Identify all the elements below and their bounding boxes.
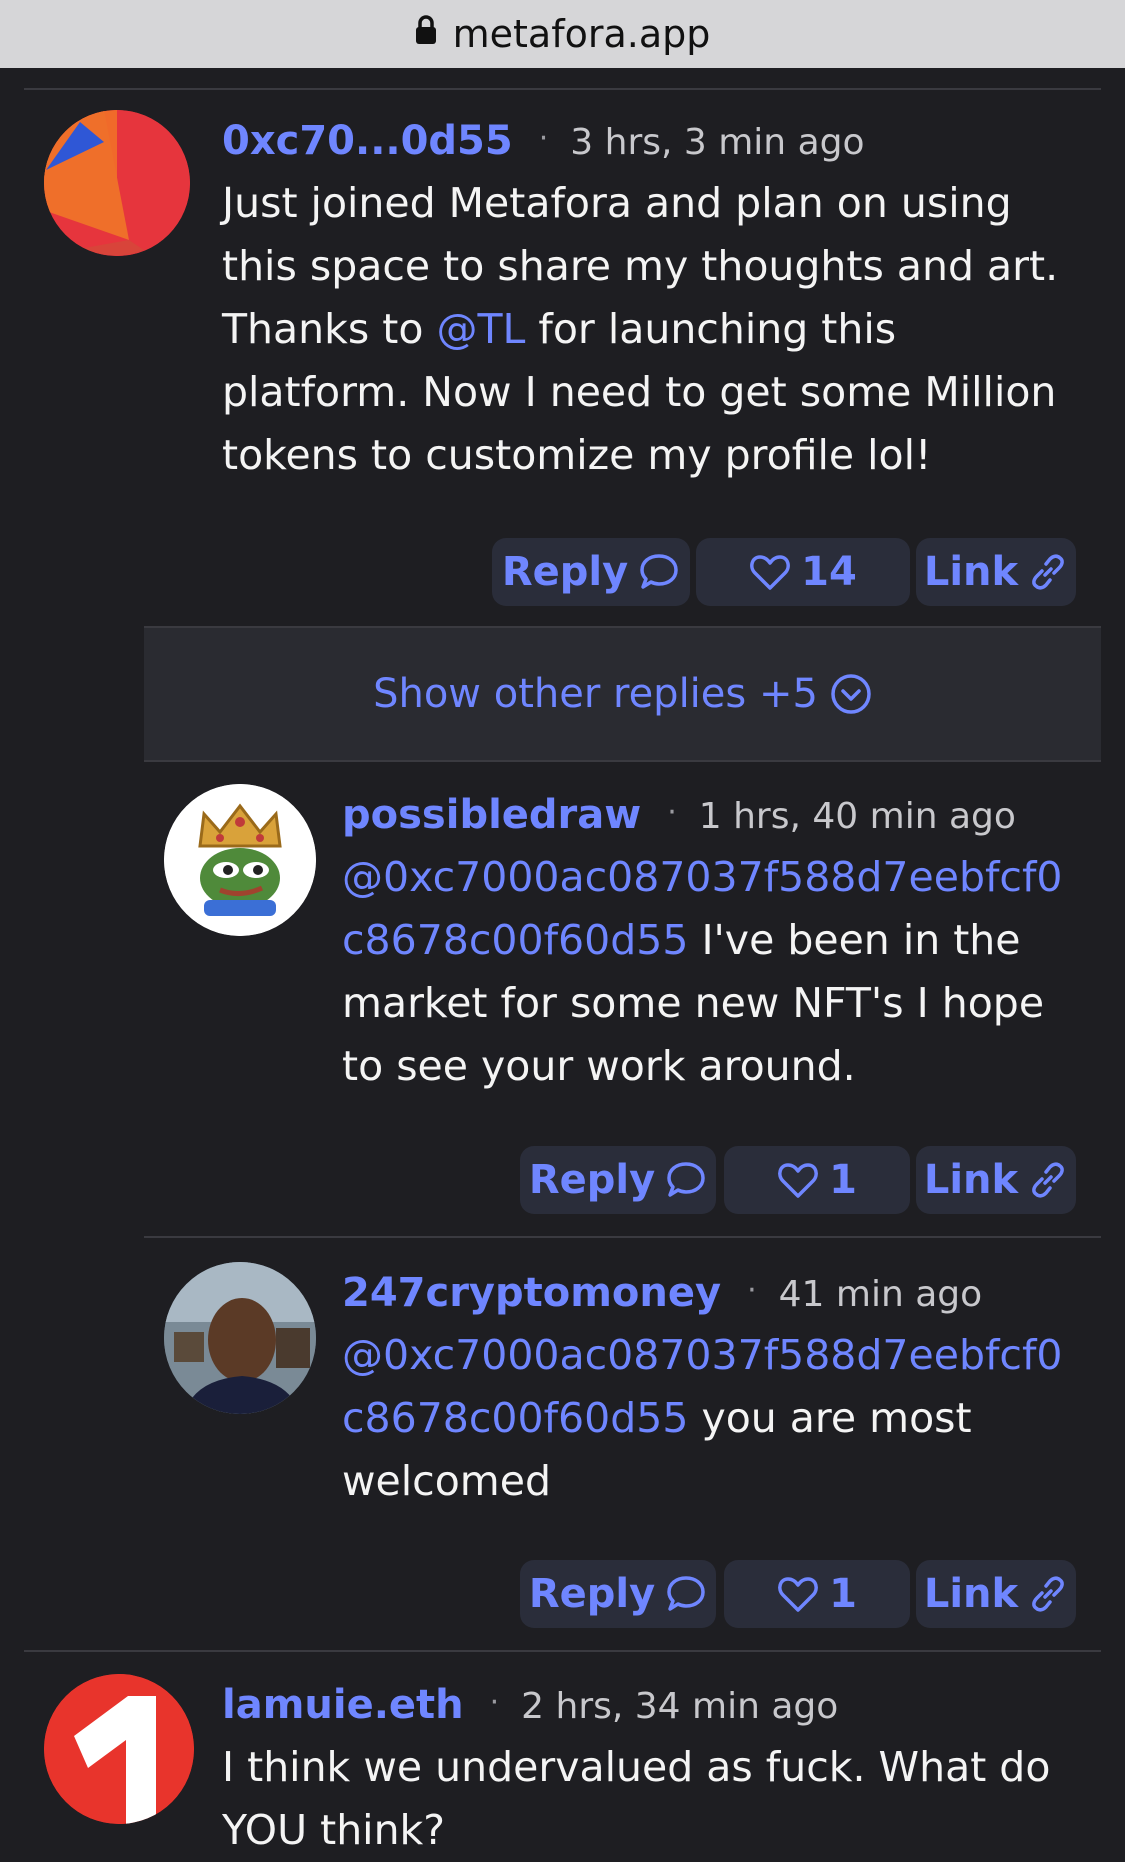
post-body: Just joined Metafora and plan on using t… bbox=[222, 172, 1102, 487]
avatar[interactable] bbox=[164, 784, 316, 936]
speech-bubble-icon bbox=[640, 554, 678, 589]
reply-label: Reply bbox=[528, 1157, 656, 1203]
post-body-line: Thanks to @TL for launching this bbox=[222, 298, 1102, 361]
reply-button[interactable]: Reply bbox=[520, 1146, 716, 1214]
text-span: for launching this bbox=[525, 305, 897, 353]
post-body-line: Just joined Metafora and plan on using bbox=[222, 179, 1012, 227]
heart-icon bbox=[778, 1577, 818, 1612]
avatar[interactable] bbox=[44, 1674, 194, 1824]
post-meta: possibledraw · 1 hrs, 40 min ago bbox=[342, 792, 1016, 838]
post-body: I think we undervalued as fuck. What do … bbox=[222, 1736, 1102, 1862]
like-count: 1 bbox=[829, 1157, 857, 1203]
link-button[interactable]: Link bbox=[916, 538, 1076, 606]
person-photo-avatar-icon bbox=[164, 1262, 316, 1414]
post-meta: lamuie.eth · 2 hrs, 34 min ago bbox=[222, 1682, 838, 1728]
separator-dot: · bbox=[538, 121, 549, 156]
url-text: metafora.app bbox=[452, 12, 711, 56]
text-span: Thanks to bbox=[222, 305, 437, 353]
divider bbox=[144, 1236, 1101, 1238]
timestamp: 1 hrs, 40 min ago bbox=[698, 796, 1016, 837]
avatar[interactable] bbox=[164, 1262, 316, 1414]
show-more-label: Show other replies +5 bbox=[373, 671, 818, 717]
separator-dot: · bbox=[667, 795, 677, 830]
username-link[interactable]: lamuie.eth bbox=[222, 1682, 464, 1728]
orange-red-pie-avatar-icon bbox=[44, 110, 190, 256]
username-link[interactable]: 0xc70...0d55 bbox=[222, 118, 513, 164]
link-label: Link bbox=[923, 549, 1019, 595]
timestamp: 3 hrs, 3 min ago bbox=[570, 122, 865, 163]
post-body-line: welcomed bbox=[342, 1457, 551, 1505]
timestamp: 41 min ago bbox=[778, 1274, 983, 1315]
post-body-line: c8678c00f60d55 I've been in the bbox=[342, 909, 1102, 972]
mention-link[interactable]: @0xc7000ac087037f588d7eebfcf0 bbox=[342, 846, 1102, 909]
chain-link-icon bbox=[1032, 1162, 1065, 1198]
username-link[interactable]: possibledraw bbox=[342, 792, 641, 838]
reply-label: Reply bbox=[528, 1571, 656, 1617]
number-one-avatar-icon bbox=[44, 1674, 194, 1824]
post-body-line: YOU think? bbox=[222, 1806, 446, 1854]
show-other-replies-button[interactable]: Show other replies +5 bbox=[144, 628, 1101, 760]
like-button[interactable]: 1 bbox=[724, 1560, 910, 1628]
link-label: Link bbox=[923, 1571, 1019, 1617]
post-body-line: platform. Now I need to get some Million bbox=[222, 368, 1057, 416]
post-body-line: tokens to customize my profile lol! bbox=[222, 431, 932, 479]
like-button[interactable]: 14 bbox=[696, 538, 910, 606]
avatar[interactable] bbox=[44, 110, 190, 256]
chevron-down-circle-icon bbox=[831, 674, 871, 714]
separator-dot: · bbox=[747, 1273, 757, 1308]
mention-link[interactable]: c8678c00f60d55 bbox=[342, 916, 688, 964]
reply-label: Reply bbox=[501, 549, 629, 595]
divider bbox=[144, 760, 1101, 762]
like-count: 1 bbox=[829, 1571, 857, 1617]
mention-link[interactable]: @TL bbox=[436, 305, 525, 353]
divider bbox=[24, 88, 1101, 90]
post-body-line: this space to share my thoughts and art. bbox=[222, 242, 1059, 290]
post-meta: 247cryptomoney · 41 min ago bbox=[342, 1270, 982, 1316]
reply-button[interactable]: Reply bbox=[492, 538, 690, 606]
mention-link[interactable]: @0xc7000ac087037f588d7eebfcf0 bbox=[342, 1324, 1102, 1387]
post-body-line: to see your work around. bbox=[342, 1042, 856, 1090]
mention-link[interactable]: c8678c00f60d55 bbox=[342, 1394, 688, 1442]
heart-icon bbox=[778, 1163, 818, 1198]
link-label: Link bbox=[923, 1157, 1019, 1203]
chain-link-icon bbox=[1032, 1576, 1065, 1612]
text-span: I've been in the bbox=[688, 916, 1021, 964]
speech-bubble-icon bbox=[667, 1162, 705, 1197]
browser-url-bar[interactable]: metafora.app bbox=[0, 0, 1125, 68]
lock-icon bbox=[415, 15, 436, 44]
reply-button[interactable]: Reply bbox=[520, 1560, 716, 1628]
chain-link-icon bbox=[1032, 554, 1065, 590]
post-body-line: I think we undervalued as fuck. What do bbox=[222, 1743, 1051, 1791]
speech-bubble-icon bbox=[667, 1576, 705, 1611]
divider bbox=[24, 1650, 1101, 1652]
heart-icon bbox=[750, 555, 791, 590]
post-body: @0xc7000ac087037f588d7eebfcf0 c8678c00f6… bbox=[342, 1324, 1102, 1513]
text-span: you are most bbox=[688, 1394, 972, 1442]
link-button[interactable]: Link bbox=[916, 1146, 1076, 1214]
link-button[interactable]: Link bbox=[916, 1560, 1076, 1628]
post-body-line: market for some new NFT's I hope bbox=[342, 979, 1045, 1027]
like-button[interactable]: 1 bbox=[724, 1146, 910, 1214]
post-body: @0xc7000ac087037f588d7eebfcf0 c8678c00f6… bbox=[342, 846, 1102, 1098]
timestamp: 2 hrs, 34 min ago bbox=[521, 1686, 839, 1727]
separator-dot: · bbox=[489, 1685, 500, 1720]
username-link[interactable]: 247cryptomoney bbox=[342, 1270, 721, 1316]
pepe-king-avatar-icon bbox=[164, 784, 316, 936]
post-body-line: c8678c00f60d55 you are most bbox=[342, 1387, 1102, 1450]
like-count: 14 bbox=[801, 549, 857, 595]
post-meta: 0xc70...0d55 · 3 hrs, 3 min ago bbox=[222, 118, 865, 164]
